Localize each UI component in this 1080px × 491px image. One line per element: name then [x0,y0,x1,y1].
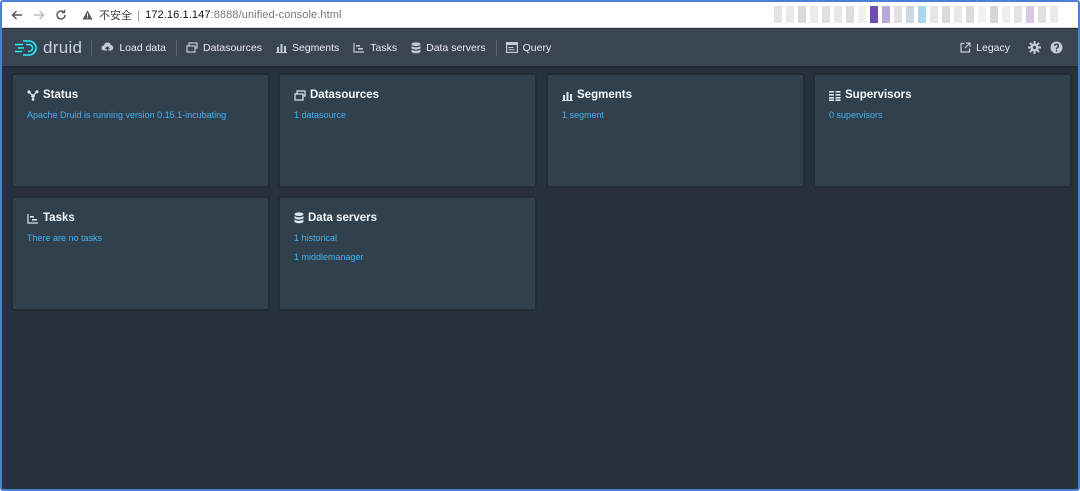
segments-title-text: Segments [577,89,632,101]
nav-tasks-label: Tasks [370,41,398,54]
druid-logo-icon [15,39,37,56]
list-columns-icon [829,90,841,101]
status-version-text[interactable]: Apache Druid is running version 0.15.1-i… [27,110,254,120]
cloud-upload-icon [101,42,114,53]
address-bar[interactable]: 不安全 | 172.16.1.147:8888/unified-console.… [80,5,342,25]
extension-icons-blurred [774,6,1058,23]
browser-window: 不安全 | 172.16.1.147:8888/unified-console.… [0,0,1080,491]
tasks-card[interactable]: Tasks There are no tasks [12,197,269,310]
url-text: 172.16.1.147:8888/unified-console.html [145,9,341,21]
graph-icon [27,89,39,101]
nav-tasks[interactable]: Tasks [353,42,397,54]
database-icon [294,212,304,224]
arrow-left-icon [11,10,22,19]
share-icon [960,42,971,53]
arrow-right-icon [34,10,45,19]
url-separator: | [137,7,141,22]
datasources-card[interactable]: Datasources 1 datasource [279,74,536,187]
help-icon [1050,41,1062,54]
forward-button[interactable] [28,4,50,26]
segments-card[interactable]: Segments 1 segment [547,74,804,187]
segments-count-link[interactable]: 1 segment [562,110,789,120]
cog-icon [1027,41,1041,54]
nav-divider [495,39,497,56]
nav-query-label: Query [522,41,552,54]
datasources-card-title: Datasources [294,89,521,101]
nav-divider [176,39,178,56]
supervisors-card-title: Supervisors [829,89,1056,101]
multi-select-icon [294,89,306,101]
historical-count-link[interactable]: 1 historical [294,233,521,243]
supervisors-card[interactable]: Supervisors 0 supervisors [814,74,1071,187]
navbar-right-group: Legacy [960,29,1064,66]
help-button[interactable] [1048,40,1064,56]
supervisors-title-text: Supervisors [845,89,912,101]
gantt-chart-icon [353,43,365,53]
druid-logo[interactable]: druid [14,36,82,60]
stacked-chart-icon [562,91,573,101]
tasks-status-link[interactable]: There are no tasks [27,233,254,243]
nav-divider [91,39,93,56]
nav-segments-label: Segments [291,41,340,54]
nav-legacy-label: Legacy [976,41,1010,54]
nav-load-data-label: Load data [119,41,167,54]
reload-icon [56,9,66,20]
settings-button[interactable] [1026,40,1042,56]
nav-datasources[interactable]: Datasources [186,42,262,54]
tasks-card-title: Tasks [27,212,254,224]
top-navbar: druid Load data Datasources Segments Tas… [2,29,1078,66]
back-button[interactable] [6,4,28,26]
tasks-title-text: Tasks [43,212,75,224]
url-path: :8888/unified-console.html [210,8,342,21]
nav-data-servers[interactable]: Data servers [411,42,486,54]
reload-button[interactable] [50,4,72,26]
database-icon [411,41,421,53]
nav-legacy[interactable]: Legacy [960,42,1010,54]
data-servers-card[interactable]: Data servers 1 historical 1 middlemanage… [279,197,536,310]
nav-data-servers-label: Data servers [426,41,486,54]
browser-toolbar: 不安全 | 172.16.1.147:8888/unified-console.… [2,2,1078,28]
multi-select-icon [186,42,198,53]
status-card[interactable]: Status Apache Druid is running version 0… [12,74,269,187]
data-servers-title-text: Data servers [308,212,378,224]
datasources-title-text: Datasources [310,89,380,101]
nav-segments[interactable]: Segments [275,41,340,54]
segments-card-title: Segments [562,89,789,101]
gantt-chart-icon [27,213,38,224]
nav-query[interactable]: Query [505,41,552,54]
stacked-chart-icon [275,44,287,53]
data-servers-card-title: Data servers [294,212,521,224]
url-host: 172.16.1.147 [145,8,211,21]
application-icon [505,42,518,53]
nav-load-data[interactable]: Load data [101,42,166,54]
nav-datasources-label: Datasources [203,41,262,54]
logo-text: druid [43,37,83,57]
warning-icon [80,8,94,22]
middlemanager-count-link[interactable]: 1 middlemanager [294,252,521,262]
supervisors-count-link[interactable]: 0 supervisors [829,110,1056,120]
status-title-text: Status [43,89,79,101]
status-card-title: Status [27,89,254,101]
insecure-label: 不安全 [99,9,132,22]
datasources-count-link[interactable]: 1 datasource [294,110,521,120]
